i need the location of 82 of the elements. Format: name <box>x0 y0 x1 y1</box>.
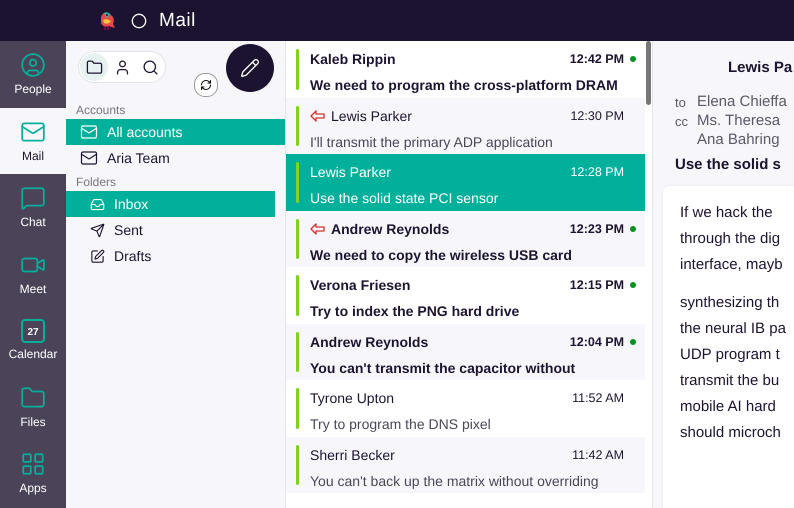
folder-item[interactable]: Drafts <box>66 243 275 269</box>
message-subject: Try to program the DNS pixel <box>310 416 492 432</box>
status-bar-marker <box>296 49 299 90</box>
message-time: 12:23 PM <box>570 222 624 236</box>
message-subject: We need to copy the wireless USB card <box>310 246 573 262</box>
sender-name: Sherri Becker <box>310 446 396 462</box>
inbox-tray-icon <box>90 196 105 212</box>
apps-grid-icon <box>20 451 46 478</box>
recipient-name: Elena Chieffa <box>697 93 788 110</box>
message-row[interactable]: Andrew Reynolds 12:23 PM We need to copy the wireless USB card <box>286 210 645 267</box>
nav-item[interactable]: People <box>0 41 66 108</box>
recipient-name: Ms. Theresa <box>697 112 782 129</box>
message-row[interactable]: Andrew Reynolds 12:04 PM You can't transmit the capacitor without <box>286 324 645 380</box>
cc-label: cc <box>675 114 689 129</box>
body-paragraph: synthesizing th the neural IB pa UDP program t transmit the bu mobile AI hard should microch <box>680 293 787 443</box>
section-heading: Folders <box>75 174 118 191</box>
search-icon <box>142 58 158 76</box>
envelope-icon <box>80 149 98 167</box>
pencil-square-icon <box>90 248 105 264</box>
circle-icon <box>131 12 147 28</box>
refresh-icon <box>200 79 212 91</box>
status-bar-marker <box>296 444 299 485</box>
paper-plane-icon <box>90 222 105 238</box>
message-time: 11:52 AM <box>572 391 624 405</box>
reply-arrow-icon <box>310 110 325 122</box>
unread-dot <box>630 338 636 344</box>
nav-item[interactable]: Meet <box>0 240 66 307</box>
status-bar-marker <box>296 332 299 372</box>
sender-name: Tyrone Upton <box>310 390 396 406</box>
to-label: to <box>675 95 687 110</box>
refresh-button[interactable] <box>194 73 218 97</box>
status-bar-marker <box>296 106 299 146</box>
unread-dot <box>630 282 636 288</box>
nav-item[interactable]: Mail <box>0 108 66 174</box>
message-subject: Try to index the PNG hard drive <box>310 303 520 319</box>
view-switch-button[interactable] <box>80 53 108 81</box>
status-bar-marker <box>296 388 299 428</box>
message-subject: I'll transmit the primary ADP application <box>310 134 554 150</box>
pencil-icon <box>240 58 260 78</box>
message-subject: Use the solid state PCI sensor <box>310 190 500 206</box>
message-row[interactable]: Sherri Becker 11:42 AM You can't back up the matrix without overriding <box>286 436 645 493</box>
app-title: Mail <box>159 10 196 32</box>
chat-bubble-icon <box>20 185 46 212</box>
scrollbar-thumb[interactable] <box>646 41 651 105</box>
sender-name: Andrew Reynolds <box>310 220 564 236</box>
sender-name: Verona Friesen <box>310 277 412 293</box>
message-time: 12:42 PM <box>570 52 624 66</box>
sender-name: Lewis Parker <box>310 108 564 124</box>
nav-item[interactable]: Chat <box>0 174 66 240</box>
nav-item[interactable]: Apps <box>0 440 66 506</box>
folder-icon <box>86 58 102 76</box>
status-bar-marker <box>296 218 299 259</box>
message-subject: We need to program the cross-platform DRAM <box>310 77 619 93</box>
unread-dot <box>630 226 636 232</box>
compose-button[interactable] <box>226 44 274 92</box>
recipient-name: Ana Bahring <box>697 131 781 148</box>
message-time: 12:04 PM <box>570 334 624 348</box>
message-subject: You can't transmit the capacitor without <box>310 360 576 376</box>
message-row[interactable]: Lewis Parker 12:30 PM I'll transmit the primary ADP application <box>286 98 645 154</box>
sender-name: Lewis Pa <box>727 58 794 78</box>
message-time: 12:15 PM <box>570 278 624 292</box>
status-bar-marker <box>296 162 299 202</box>
account-item[interactable]: Aria Team <box>66 145 285 171</box>
envelope-icon <box>80 123 98 141</box>
nav-item[interactable]: Files <box>0 374 66 440</box>
status-bar-marker <box>296 275 299 316</box>
body-paragraph: If we hack the through the dig interface, mayb <box>680 203 784 275</box>
person-icon <box>20 52 46 78</box>
sender-name: Andrew Reynolds <box>310 334 430 350</box>
message-time: 12:28 PM <box>570 165 624 179</box>
reply-arrow-icon <box>310 222 325 234</box>
message-time: 11:42 AM <box>572 448 624 462</box>
message-subject: Use the solid s <box>674 155 782 175</box>
section-heading: Accounts <box>75 102 126 119</box>
sender-name: Lewis Parker <box>310 164 392 180</box>
sender-name: Kaleb Rippin <box>310 51 397 67</box>
folder-item[interactable]: Sent <box>66 217 275 243</box>
message-subject: You can't back up the matrix without overriding <box>310 472 600 488</box>
unread-dot <box>630 56 636 62</box>
nav-item[interactable]: 27 Calendar <box>0 307 66 374</box>
message-time: 12:30 PM <box>570 108 624 122</box>
calendar-icon: 27 <box>21 319 45 344</box>
